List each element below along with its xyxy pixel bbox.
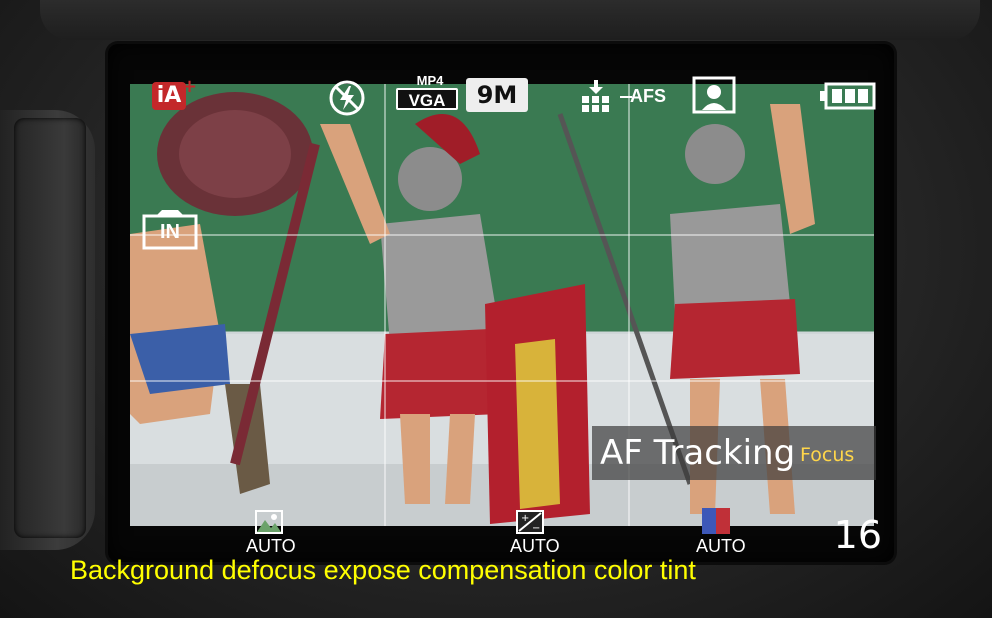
- color-tint-auto-label: AUTO: [696, 536, 746, 556]
- movie-quality-label: VGA: [396, 88, 458, 110]
- af-mode-label: AFS: [630, 86, 666, 106]
- quality-icon: [578, 78, 614, 114]
- af-tracking-label: AF Tracking: [600, 433, 796, 473]
- color-tint-icon[interactable]: [702, 508, 730, 534]
- shots-remaining: 16: [833, 513, 882, 557]
- side-door: [14, 118, 86, 538]
- svg-text:−: −: [532, 523, 540, 534]
- intelligent-iso-icon: IN: [140, 208, 200, 250]
- caption: Background defocus expose compensation c…: [70, 555, 696, 585]
- face-detect-icon: [692, 76, 736, 114]
- grid-line-h2: [130, 380, 874, 382]
- grid-line-v1: [384, 84, 386, 526]
- background-defocus-icon[interactable]: [255, 510, 283, 534]
- picture-size-badge: 9M: [466, 78, 528, 112]
- movie-format-label: MP4: [416, 73, 444, 88]
- lcd-screen[interactable]: [108, 44, 894, 562]
- ia-mode-icon: iA +: [150, 76, 197, 114]
- ia-plus-label: +: [182, 76, 198, 97]
- af-focus-label: Focus: [800, 444, 855, 466]
- camera-top-strip: [40, 0, 980, 40]
- battery-icon: [820, 82, 876, 110]
- exposure-compensation-icon[interactable]: + −: [516, 510, 544, 534]
- ia-mode-label: iA: [152, 82, 186, 110]
- flash-off-icon: [327, 78, 367, 118]
- svg-text:+: +: [521, 513, 529, 524]
- grid-line-h1: [130, 234, 874, 236]
- intelligent-iso-label: IN: [160, 221, 180, 243]
